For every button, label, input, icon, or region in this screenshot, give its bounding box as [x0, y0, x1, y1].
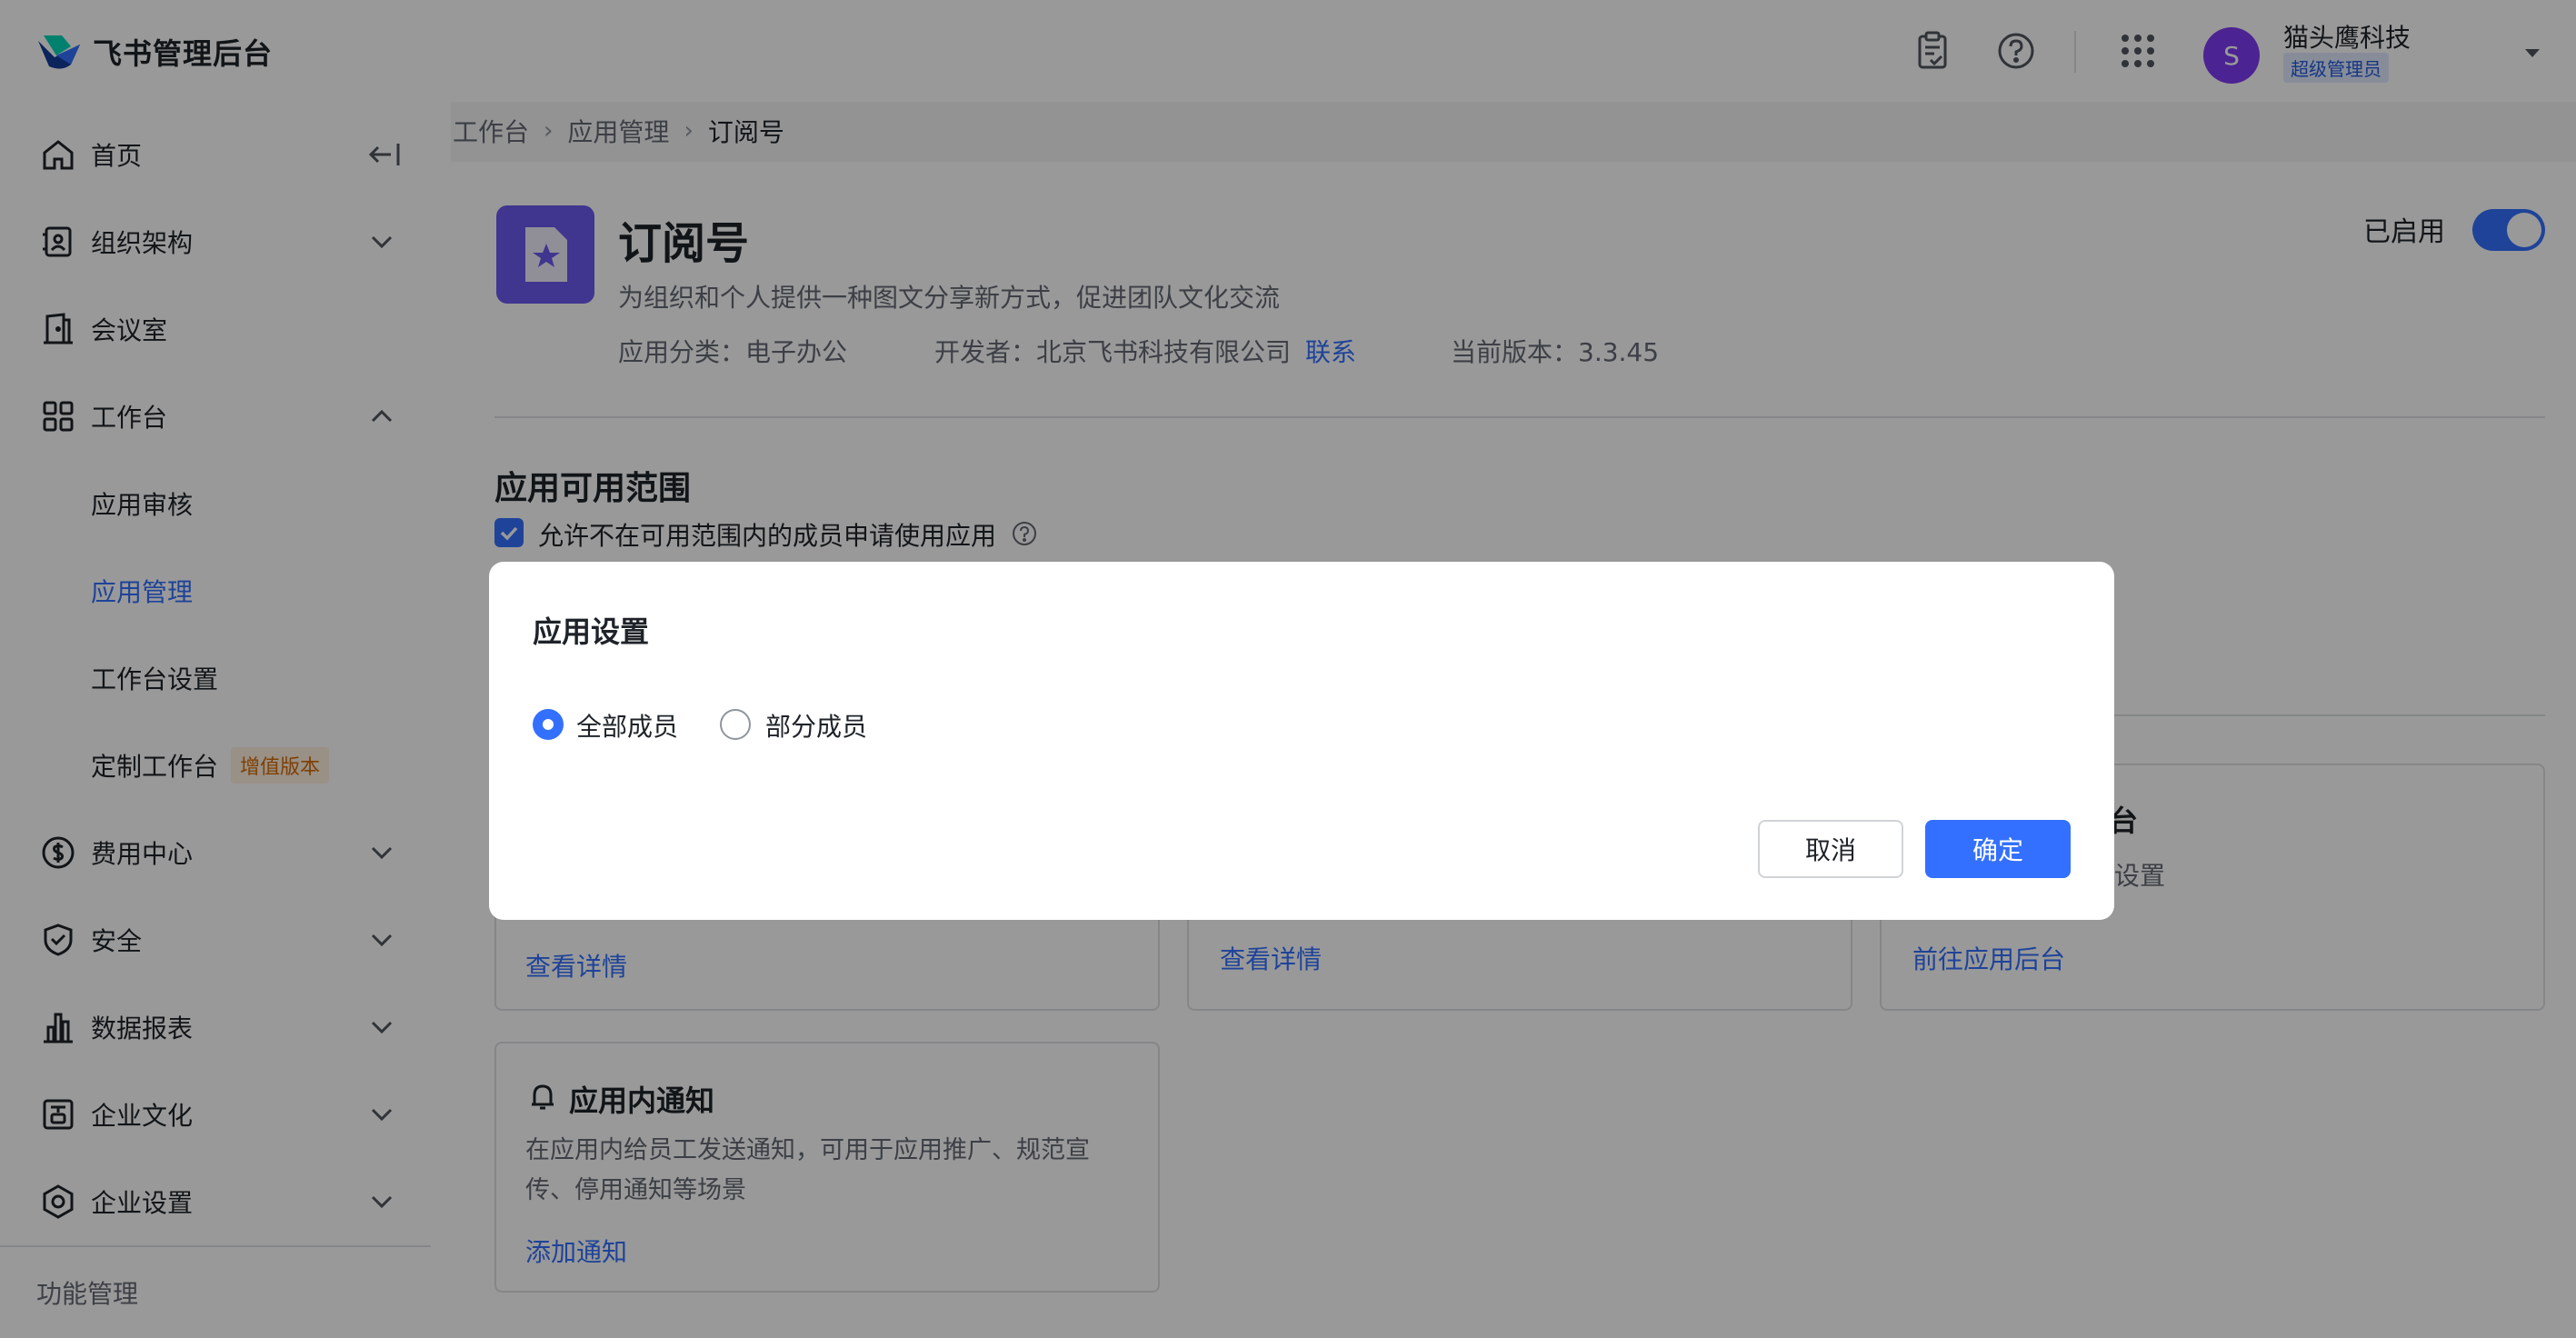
radio-label[interactable]: 全部成员	[576, 707, 678, 744]
radio-all-members[interactable]	[533, 709, 564, 740]
radio-partial-members[interactable]	[720, 709, 751, 740]
cancel-button[interactable]: 取消	[1758, 820, 1903, 878]
confirm-button[interactable]: 确定	[1925, 820, 2071, 878]
radio-label[interactable]: 部分成员	[765, 707, 867, 744]
app-settings-dialog: 应用设置 全部成员 部分成员 取消 确定	[489, 562, 2114, 920]
dialog-title: 应用设置	[533, 614, 650, 649]
